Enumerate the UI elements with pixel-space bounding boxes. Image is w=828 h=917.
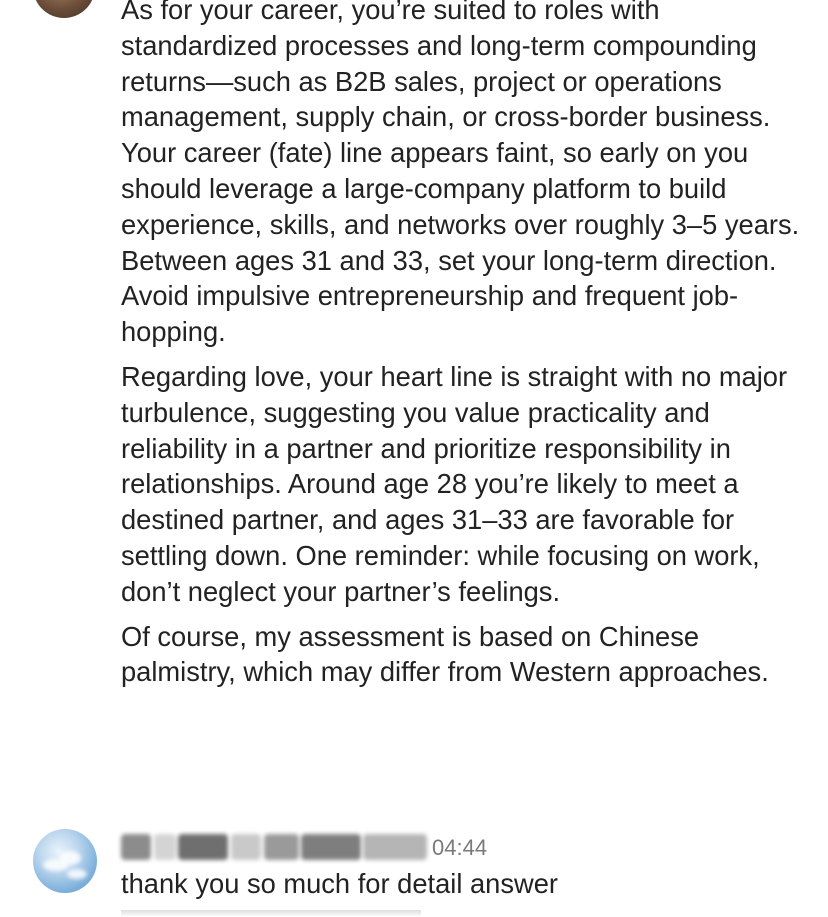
sender-avatar[interactable] [33, 0, 95, 18]
redacted-username [178, 834, 228, 860]
redacted-username [264, 834, 299, 860]
redacted-username [363, 834, 427, 860]
message-paragraph-love: Regarding love, your heart line is strai… [121, 360, 788, 607]
redacted-username [301, 834, 361, 860]
reply-timestamp: 04:44 [432, 835, 488, 860]
redacted-username [154, 834, 176, 860]
redacted-username [121, 834, 151, 860]
cropped-next-line [121, 910, 421, 917]
reply-avatar[interactable] [33, 829, 97, 893]
cloud-shape [59, 851, 81, 865]
reply-header: 04:44 [121, 826, 811, 866]
message-paragraph-disclaimer: Of course, my assessment is based on Chi… [121, 620, 769, 688]
reply-comment: 04:44 thank you so much for detail answe… [121, 826, 811, 902]
redacted-username [231, 834, 261, 860]
cloud-shape [67, 869, 87, 879]
message-body: As for your career, you’re suited to rol… [121, 0, 811, 699]
reply-text: thank you so much for detail answer [121, 868, 558, 899]
message-paragraph-career: As for your career, you’re suited to rol… [121, 0, 800, 348]
